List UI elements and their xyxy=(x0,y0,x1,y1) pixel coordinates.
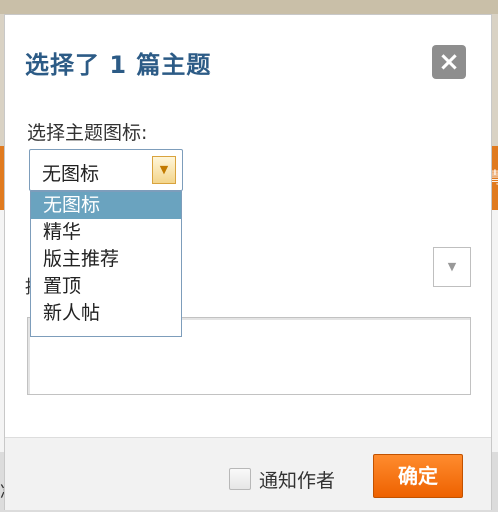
background-top-strip xyxy=(0,0,498,14)
dropdown-option[interactable]: 新人帖 xyxy=(31,300,181,327)
moderation-dialog: 选择了 1 篇主题 × 选择主题图标: 无图标 ▼ 无图标 精华 版主推荐 置顶… xyxy=(4,14,492,510)
close-button[interactable]: × xyxy=(432,45,466,79)
select-value: 无图标 xyxy=(42,163,100,185)
dropdown-option[interactable]: 无图标 xyxy=(31,192,181,219)
icon-dropdown-list: 无图标 精华 版主推荐 置顶 新人帖 xyxy=(30,191,182,337)
reason-select[interactable]: ▼ xyxy=(433,247,471,287)
dropdown-option[interactable]: 精华 xyxy=(31,219,181,246)
notify-author-label[interactable]: 通知作者 xyxy=(259,466,335,493)
notify-author-checkbox[interactable] xyxy=(229,468,251,490)
chevron-down-icon: ▼ xyxy=(447,260,457,273)
close-icon: × xyxy=(438,47,460,77)
dialog-title: 选择了 1 篇主题 xyxy=(25,51,212,79)
dialog-footer: 通知作者 确定 xyxy=(5,437,491,510)
confirm-button[interactable]: 确定 xyxy=(373,454,463,498)
chevron-down-icon[interactable]: ▼ xyxy=(152,156,176,184)
topic-icon-select[interactable]: 无图标 ▼ xyxy=(29,149,183,191)
dropdown-option[interactable]: 版主推荐 xyxy=(31,246,181,273)
dropdown-option[interactable]: 置顶 xyxy=(31,273,181,300)
icon-select-label: 选择主题图标: xyxy=(27,122,148,144)
